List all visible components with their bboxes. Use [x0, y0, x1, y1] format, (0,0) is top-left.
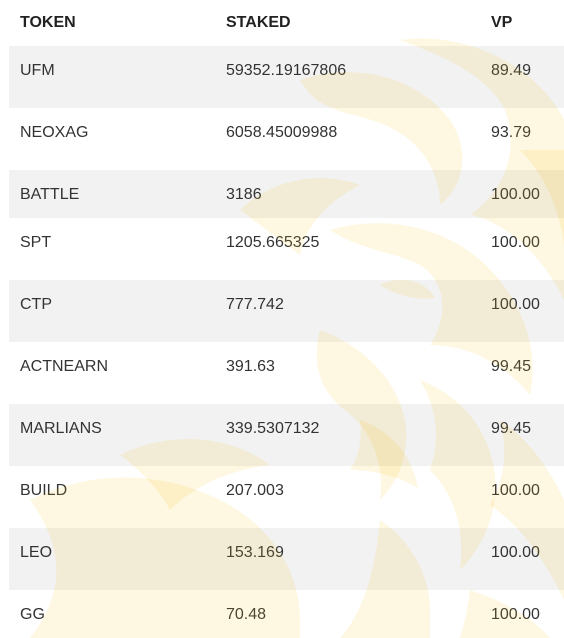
token-cell: BATTLE: [9, 170, 215, 218]
vp-cell: 100.00: [480, 528, 564, 590]
vp-value: 99.45: [491, 420, 532, 437]
vp-cell: 93.79: [480, 108, 564, 170]
table-row: MARLIANS 339.5307132 99.45: [9, 404, 564, 466]
token-name: UFM: [20, 62, 55, 79]
staked-cell: 339.5307132: [215, 404, 480, 466]
staked-amount: 339.5307132: [226, 420, 320, 437]
vp-cell: 100.00: [480, 170, 564, 218]
token-name: LEO: [20, 544, 53, 561]
column-header-staked: STAKED: [226, 14, 291, 31]
vp-cell: 100.00: [480, 218, 564, 280]
staked-cell: 777.742: [215, 280, 480, 342]
vp-cell: 100.00: [480, 466, 564, 528]
token-name: SPT: [20, 234, 52, 251]
vp-cell: 99.45: [480, 342, 564, 404]
staked-amount: 391.63: [226, 358, 275, 375]
staked-amount: 59352.19167806: [226, 62, 347, 79]
staked-cell: 70.48: [215, 590, 480, 632]
vp-cell: 99.45: [480, 404, 564, 466]
staked-cell: 207.003: [215, 466, 480, 528]
vp-cell: 100.00: [480, 280, 564, 342]
staked-cell: 1205.665325: [215, 218, 480, 280]
staked-cell: 6058.45009988: [215, 108, 480, 170]
table-row: CTP 777.742 100.00: [9, 280, 564, 342]
staked-amount: 70.48: [226, 606, 267, 623]
staked-amount: 3186: [226, 186, 262, 203]
token-cell: ACTNEARN: [9, 342, 215, 404]
vp-value: 100.00: [491, 296, 540, 313]
token-name: ACTNEARN: [20, 358, 109, 375]
token-cell: MARLIANS: [9, 404, 215, 466]
staked-amount: 6058.45009988: [226, 124, 338, 141]
token-stake-page: TOKEN STAKED VP UFM 59352.19167806 89.49…: [0, 0, 564, 638]
staked-amount: 207.003: [226, 482, 284, 499]
vp-value: 99.45: [491, 358, 532, 375]
staked-amount: 1205.665325: [226, 234, 320, 251]
token-name: GG: [20, 606, 45, 623]
table-row: GG 70.48 100.00: [9, 590, 564, 632]
table-header-row: TOKEN STAKED VP: [9, 0, 564, 46]
vp-value: 100.00: [491, 186, 540, 203]
staked-cell: 59352.19167806: [215, 46, 480, 108]
vp-value: 100.00: [491, 544, 540, 561]
table-row: UFM 59352.19167806 89.49: [9, 46, 564, 108]
column-header-vp: VP: [491, 14, 513, 31]
token-cell: NEOXAG: [9, 108, 215, 170]
token-cell: BUILD: [9, 466, 215, 528]
table-row: LEO 153.169 100.00: [9, 528, 564, 590]
token-name: MARLIANS: [20, 420, 102, 437]
table-row: BATTLE 3186 100.00: [9, 170, 564, 218]
vp-cell: 100.00: [480, 590, 564, 632]
vp-value: 100.00: [491, 606, 540, 623]
staked-cell: 391.63: [215, 342, 480, 404]
staked-amount: 777.742: [226, 296, 284, 313]
token-cell: CTP: [9, 280, 215, 342]
vp-value: 93.79: [491, 124, 532, 141]
vp-value: 100.00: [491, 482, 540, 499]
staked-cell: 153.169: [215, 528, 480, 590]
column-header-token: TOKEN: [20, 14, 76, 31]
table-row: ACTNEARN 391.63 99.45: [9, 342, 564, 404]
token-name: CTP: [20, 296, 52, 313]
table-row: BUILD 207.003 100.00: [9, 466, 564, 528]
staked-cell: 3186: [215, 170, 480, 218]
vp-value: 100.00: [491, 234, 540, 251]
token-cell: LEO: [9, 528, 215, 590]
vp-cell: 89.49: [480, 46, 564, 108]
vp-value: 89.49: [491, 62, 532, 79]
table-row: NEOXAG 6058.45009988 93.79: [9, 108, 564, 170]
token-name: NEOXAG: [20, 124, 89, 141]
token-name: BUILD: [20, 482, 68, 499]
staked-amount: 153.169: [226, 544, 284, 561]
table-row: SPT 1205.665325 100.00: [9, 218, 564, 280]
token-cell: GG: [9, 590, 215, 632]
token-cell: SPT: [9, 218, 215, 280]
token-cell: UFM: [9, 46, 215, 108]
token-name: BATTLE: [20, 186, 80, 203]
staked-tokens-table: TOKEN STAKED VP UFM 59352.19167806 89.49…: [9, 0, 564, 632]
